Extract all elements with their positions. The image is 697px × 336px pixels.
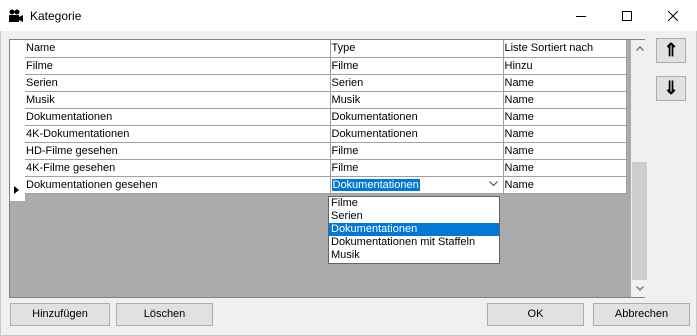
grid-table: Name Type Liste Sortiert nach Filme Film… xyxy=(25,40,627,194)
scroll-down-icon xyxy=(635,286,644,291)
cell-sort[interactable]: Name xyxy=(503,125,627,143)
close-button[interactable] xyxy=(650,0,696,31)
cell-type[interactable]: Filme xyxy=(330,159,504,177)
ok-button[interactable]: OK xyxy=(487,303,584,326)
type-dropdown-list[interactable]: Filme Serien Dokumentationen Dokumentati… xyxy=(328,196,500,264)
current-row-indicator-icon xyxy=(14,186,19,194)
table-row-current[interactable]: Dokumentationen gesehen Dokumentationen … xyxy=(25,176,627,194)
title-bar: Kategorie xyxy=(0,0,697,31)
cancel-button[interactable]: Abbrechen xyxy=(593,303,690,326)
dropdown-option[interactable]: Serien xyxy=(329,210,499,223)
type-combobox[interactable]: Dokumentationen xyxy=(330,176,504,194)
window-title: Kategorie xyxy=(30,9,82,23)
minimize-icon xyxy=(576,15,586,17)
dropdown-option[interactable]: Dokumentationen mit Staffeln xyxy=(329,236,499,249)
move-up-button[interactable]: ⇑ xyxy=(656,38,686,63)
cell-name[interactable]: Musik xyxy=(25,91,331,109)
table-row[interactable]: Dokumentationen Dokumentationen Name xyxy=(25,108,627,126)
minimize-button[interactable] xyxy=(558,0,604,31)
cell-sort[interactable]: Name xyxy=(503,91,627,109)
cell-sort[interactable]: Name xyxy=(503,176,627,194)
table-row[interactable]: Musik Musik Name xyxy=(25,91,627,109)
maximize-icon xyxy=(622,10,632,21)
cell-name[interactable]: Dokumentationen xyxy=(25,108,331,126)
column-header-name[interactable]: Name xyxy=(25,40,331,58)
delete-button[interactable]: Löschen xyxy=(116,303,213,326)
dialog-body: Name Type Liste Sortiert nach Filme Film… xyxy=(0,31,697,336)
table-row[interactable]: Serien Serien Name xyxy=(25,74,627,92)
cell-type[interactable]: Musik xyxy=(330,91,504,109)
scrollbar-thumb[interactable] xyxy=(632,162,647,280)
combobox-value: Dokumentationen xyxy=(331,178,420,191)
table-row[interactable]: 4K-Dokumentationen Dokumentationen Name xyxy=(25,125,627,143)
dropdown-option[interactable]: Filme xyxy=(329,197,499,210)
cell-name[interactable]: 4K-Dokumentationen xyxy=(25,125,331,143)
column-header-type[interactable]: Type xyxy=(330,40,504,58)
category-grid[interactable]: Name Type Liste Sortiert nach Filme Film… xyxy=(9,39,648,298)
cell-type[interactable]: Dokumentationen xyxy=(330,125,504,143)
cell-type[interactable]: Filme xyxy=(330,57,504,75)
grid-header-row: Name Type Liste Sortiert nach xyxy=(25,40,627,58)
move-down-button[interactable]: ⇓ xyxy=(656,76,686,101)
close-icon xyxy=(668,10,678,21)
table-row[interactable]: 4K-Filme gesehen Filme Name xyxy=(25,159,627,177)
dropdown-option[interactable]: Musik xyxy=(329,249,499,262)
cell-sort[interactable]: Name xyxy=(503,74,627,92)
table-row[interactable]: HD-Filme gesehen Filme Name xyxy=(25,142,627,160)
maximize-button[interactable] xyxy=(604,0,650,31)
scroll-up-button[interactable] xyxy=(631,40,648,57)
grid-viewport: Name Type Liste Sortiert nach Filme Film… xyxy=(10,40,631,297)
cell-name[interactable]: 4K-Filme gesehen xyxy=(25,159,331,177)
add-button[interactable]: Hinzufügen xyxy=(10,303,110,326)
cell-sort[interactable]: Name xyxy=(503,159,627,177)
cell-sort[interactable]: Name xyxy=(503,142,627,160)
cell-sort[interactable]: Hinzu xyxy=(503,57,627,75)
chevron-down-icon[interactable] xyxy=(488,180,498,187)
scroll-up-icon xyxy=(635,46,644,51)
cell-name[interactable]: HD-Filme gesehen xyxy=(25,142,331,160)
dropdown-option-selected[interactable]: Dokumentationen xyxy=(329,223,499,236)
vertical-scrollbar[interactable] xyxy=(631,40,648,297)
cell-type[interactable]: Dokumentationen xyxy=(330,108,504,126)
cell-name[interactable]: Serien xyxy=(25,74,331,92)
row-header-column[interactable] xyxy=(10,40,25,201)
camera-icon xyxy=(8,9,24,23)
column-header-sort[interactable]: Liste Sortiert nach xyxy=(503,40,627,58)
cell-type[interactable]: Filme xyxy=(330,142,504,160)
cell-type[interactable]: Serien xyxy=(330,74,504,92)
scroll-down-button[interactable] xyxy=(631,280,648,297)
cell-sort[interactable]: Name xyxy=(503,108,627,126)
table-row[interactable]: Filme Filme Hinzu xyxy=(25,57,627,75)
cell-name[interactable]: Dokumentationen gesehen xyxy=(25,176,331,194)
cell-name[interactable]: Filme xyxy=(25,57,331,75)
